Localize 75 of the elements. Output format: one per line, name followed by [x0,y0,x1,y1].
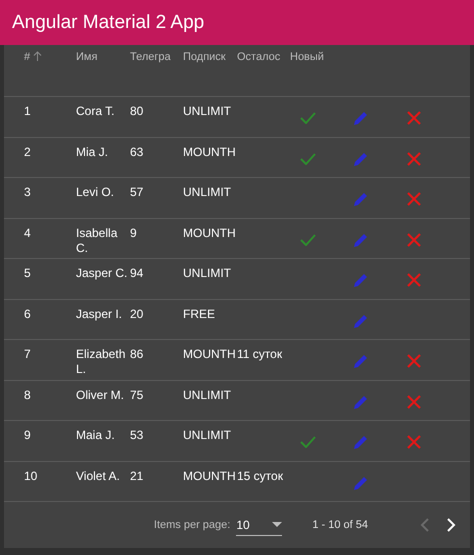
next-page-button[interactable] [447,518,456,532]
table-cell-text: Violet A. [76,468,121,484]
table-cell-text: 20 [130,306,144,322]
pencil-icon[interactable] [352,273,368,289]
pencil-icon[interactable] [352,394,368,410]
table-cell-text: 6 [24,306,32,322]
pencil-icon[interactable] [352,111,368,127]
page-size-select[interactable]: 10 [236,514,282,536]
table-cell-text: Elizabeth L. [76,347,126,378]
table-cell-text: 80 [130,104,144,120]
table-cell-text: 21 [130,468,144,484]
table-cell-text: Isabella C. [76,226,118,256]
delete-icon[interactable] [407,394,421,408]
table-cell-text: 53 [130,428,144,444]
table-cell-text: 7 [24,347,32,363]
table-cell-text: Levi O. [76,185,116,201]
table-cell-text: 15 суток [237,468,284,484]
chevron-left-icon [420,518,429,532]
column-header[interactable]: Телегра [130,51,171,63]
table-cell-text: FREE [183,306,216,322]
table-cell-text: Cora T. [76,104,116,120]
table-cell-text: 86 [130,347,144,363]
table-cell-text: Jasper I. [76,306,124,322]
app-title: Angular Material 2 App [12,12,204,34]
delete-icon[interactable] [407,273,421,287]
table-cell-text: 3 [24,185,32,201]
table-cell-text: Jasper C. [76,266,128,282]
table-cell-text: 94 [130,266,144,282]
table-cell-text: MOUNTH [183,347,237,363]
table-cell-text: 8 [24,388,32,404]
sort-arrow-icon [33,51,42,62]
column-header[interactable]: Новый [290,51,324,63]
column-header[interactable]: Осталос [237,51,280,63]
delete-icon[interactable] [407,435,421,449]
table-cell-text: 9 [24,428,32,444]
dropdown-caret-icon [272,522,282,527]
table-cell-text: 57 [130,185,144,201]
table-cell-text: MOUNTH [183,226,237,242]
table-cell-text: UNLIMIT [183,104,232,120]
table-cell-text: 4 [24,226,32,242]
table-cell-text: Maia J. [76,428,116,444]
pencil-icon[interactable] [352,232,368,248]
delete-icon[interactable] [407,192,421,206]
table-cell-text: 2 [24,144,32,160]
table-cell-text: 1 [24,104,32,120]
delete-icon[interactable] [407,354,421,368]
table-cell-text: UNLIMIT [183,388,232,404]
table-cell-text: 9 [130,226,138,242]
chevron-right-icon [447,518,456,532]
table-cell-text: UNLIMIT [183,185,232,201]
column-header[interactable]: Подписк [183,51,226,63]
delete-icon[interactable] [407,111,421,125]
pencil-icon[interactable] [352,152,368,168]
table-cell-text: 10 [24,468,38,484]
column-header[interactable]: # [24,51,42,63]
table-cell-text: MOUNTH [183,468,237,484]
column-header[interactable]: Имя [76,51,98,63]
pencil-icon[interactable] [352,314,368,330]
delete-icon[interactable] [407,232,421,246]
pencil-icon[interactable] [352,476,368,492]
table-cell-text: UNLIMIT [183,428,232,444]
table-cell-text: 11 суток [237,347,284,363]
table-cell-text: UNLIMIT [183,266,232,282]
table-cell-text: 63 [130,144,144,160]
table-cell-text: MOUNTH [183,144,237,160]
table-cell-text: 5 [24,266,32,282]
pencil-icon[interactable] [352,435,368,451]
table-cell-text: Oliver M. [76,388,125,404]
table-cell-text: Mia J. [76,144,110,160]
items-per-page-label: Items per page: [154,519,230,531]
table-cell-text: 75 [130,388,144,404]
pencil-icon[interactable] [352,192,368,208]
pencil-icon[interactable] [352,354,368,370]
delete-icon[interactable] [407,152,421,166]
page-range: 1 - 10 of 54 [312,519,368,531]
